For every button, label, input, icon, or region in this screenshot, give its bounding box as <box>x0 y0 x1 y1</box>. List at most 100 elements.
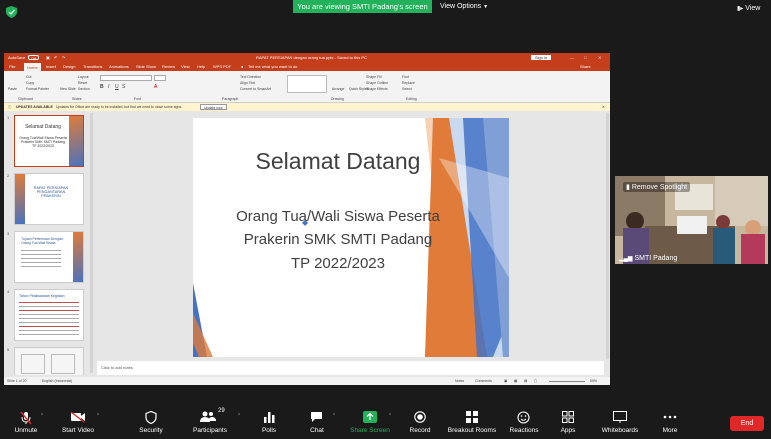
shape-fill-button[interactable]: Shape Fill <box>366 75 382 79</box>
slide-scrollbar[interactable] <box>606 113 609 359</box>
tab-insert[interactable]: Insert <box>46 62 56 71</box>
tab-design[interactable]: Design <box>63 62 75 71</box>
save-icon[interactable]: ▣ <box>46 53 50 62</box>
maximize-icon[interactable]: □ <box>584 53 586 62</box>
tab-transitions[interactable]: Transitions <box>83 62 102 71</box>
tab-wps-pdf[interactable]: WPS PDF <box>213 62 231 71</box>
paste-button[interactable]: Paste <box>8 87 17 91</box>
reading-view-icon[interactable]: ▤ <box>524 377 527 385</box>
tab-home[interactable]: Home <box>24 63 41 71</box>
find-button[interactable]: Find <box>402 75 409 79</box>
thumbnail-scrollbar[interactable] <box>90 113 93 373</box>
tab-file[interactable]: File <box>9 62 15 71</box>
whiteboards-button[interactable]: Whiteboards <box>598 405 642 439</box>
tab-slide-show[interactable]: Slide Show <box>136 62 156 71</box>
slide-thumbnail-pane: 1 Selamat Datang Orang Tua/Wali Siswa Pe… <box>4 111 94 375</box>
close-icon[interactable]: ✕ <box>598 53 601 62</box>
select-button[interactable]: Select <box>402 87 412 91</box>
share-button[interactable]: Share <box>580 62 591 71</box>
chat-button[interactable]: Chat <box>298 405 336 439</box>
minimize-icon[interactable]: — <box>570 53 574 62</box>
autosave-toggle[interactable]: Off <box>28 55 40 61</box>
polls-button[interactable]: Polls <box>250 405 288 439</box>
participant-video-tile[interactable]: ▮ Remove Spotlight ▂▄▆ SMTI Padang <box>615 176 768 264</box>
tab-view[interactable]: View <box>181 62 190 71</box>
strikethrough-button[interactable]: S <box>122 84 125 90</box>
slide-thumbnail-5[interactable] <box>14 347 84 375</box>
tab-help[interactable]: Help <box>197 62 205 71</box>
shield-check-icon[interactable] <box>6 6 17 18</box>
notes-pane[interactable]: Click to add notes <box>97 361 604 375</box>
remove-spotlight-button[interactable]: ▮ Remove Spotlight <box>623 182 691 192</box>
reactions-label: Reactions <box>509 427 539 434</box>
reset-button[interactable]: Reset <box>78 81 87 85</box>
info-icon: ⓘ <box>8 105 12 109</box>
thumbnail-number: 3 <box>7 231 10 236</box>
chat-label: Chat <box>310 427 324 434</box>
video-options-caret-icon[interactable]: ⌃ <box>96 413 100 419</box>
breakout-rooms-button[interactable]: Breakout Rooms <box>446 405 498 439</box>
chat-caret-icon[interactable]: ⌃ <box>332 413 336 419</box>
font-name-box[interactable] <box>100 75 152 81</box>
chat-bubble-icon <box>311 412 322 422</box>
italic-button[interactable]: I <box>108 84 109 90</box>
shape-outline-button[interactable]: Shape Outline <box>366 81 388 85</box>
zoom-top-bar: You are viewing SMTI Padang's screen Vie… <box>0 0 771 24</box>
layout-button[interactable]: Layout <box>78 75 89 79</box>
view-options-button[interactable]: View Options ▼ <box>440 0 488 13</box>
font-size-box[interactable] <box>154 75 166 81</box>
underline-button[interactable]: U <box>115 84 119 90</box>
undo-icon[interactable]: ↶ <box>54 53 57 62</box>
slide-thumbnail-1[interactable]: Selamat Datang Orang Tua/Wali Siswa Pese… <box>14 115 84 167</box>
share-options-caret-icon[interactable]: ⌃ <box>388 413 392 419</box>
security-button[interactable]: Security <box>131 405 171 439</box>
font-color-button[interactable]: A <box>154 84 157 90</box>
sign-in-button[interactable]: Sign in <box>531 55 552 60</box>
bold-button[interactable]: B <box>100 84 104 90</box>
share-screen-button[interactable]: Share Screen <box>348 405 392 439</box>
polls-bar-icon <box>264 412 275 423</box>
new-slide-button[interactable]: New Slide <box>60 87 76 91</box>
notes-button[interactable]: Notes <box>455 377 464 385</box>
unmute-button[interactable]: Unmute <box>6 405 46 439</box>
slideshow-icon[interactable]: ▢ <box>534 377 537 385</box>
copy-button[interactable]: Copy <box>26 81 34 85</box>
end-meeting-button[interactable]: End <box>730 416 764 431</box>
slide-editing-area: Selamat Datang Orang Tua/Wali Siswa Pese… <box>97 111 604 359</box>
close-update-icon[interactable]: ✕ <box>602 103 605 111</box>
more-button[interactable]: More <box>651 405 689 439</box>
slide-thumbnail-4[interactable]: Tahun Pelaksanaan Kegiatan <box>14 289 84 341</box>
format-painter-button[interactable]: Format Painter <box>26 87 49 91</box>
arrange-button[interactable]: Arrange <box>332 87 344 91</box>
view-button[interactable]: ▮▸ View <box>737 5 760 12</box>
zoom-level[interactable]: 55% <box>590 377 597 385</box>
section-button[interactable]: Section <box>78 87 90 91</box>
redo-icon[interactable]: ↷ <box>62 53 65 62</box>
slide-thumbnail-3[interactable]: Tujuan Pertemuan Dengan Orang Tua Wali S… <box>14 231 84 283</box>
start-video-button[interactable]: Start Video <box>58 405 98 439</box>
apps-button[interactable]: Apps <box>549 405 587 439</box>
tell-me-search[interactable]: Tell me what you want to do <box>248 62 297 71</box>
replace-button[interactable]: Replace <box>402 81 415 85</box>
cut-button[interactable]: Cut <box>26 75 31 79</box>
participants-caret-icon[interactable]: ⌃ <box>237 413 241 419</box>
tab-review[interactable]: Review <box>162 62 175 71</box>
convert-smartart-button[interactable]: Convert to SmartArt <box>240 87 271 91</box>
comments-button[interactable]: Comments <box>475 377 492 385</box>
slide-sorter-icon[interactable]: ▦ <box>514 377 517 385</box>
slide-thumbnail-2[interactable]: RAPAT PERSIAPAN PENGANTARAN PRAKERIN <box>14 173 84 225</box>
language-status[interactable]: English (Indonesia) <box>42 377 72 385</box>
record-button[interactable]: Record <box>401 405 439 439</box>
zoom-slider[interactable] <box>549 380 585 382</box>
text-direction-button[interactable]: Text Direction <box>240 75 261 79</box>
reactions-button[interactable]: Reactions <box>505 405 543 439</box>
participants-button[interactable]: 29 Participants <box>190 405 230 439</box>
shapes-gallery[interactable] <box>287 75 327 93</box>
shape-effects-button[interactable]: Shape Effects <box>366 87 388 91</box>
update-now-button[interactable]: Update now <box>200 104 227 110</box>
align-text-button[interactable]: Align Text <box>240 81 255 85</box>
current-slide[interactable]: Selamat Datang Orang Tua/Wali Siswa Pese… <box>193 118 509 357</box>
normal-view-icon[interactable]: ▣ <box>504 377 507 385</box>
tab-animations[interactable]: Animations <box>109 62 129 71</box>
audio-options-caret-icon[interactable]: ⌃ <box>40 413 44 419</box>
